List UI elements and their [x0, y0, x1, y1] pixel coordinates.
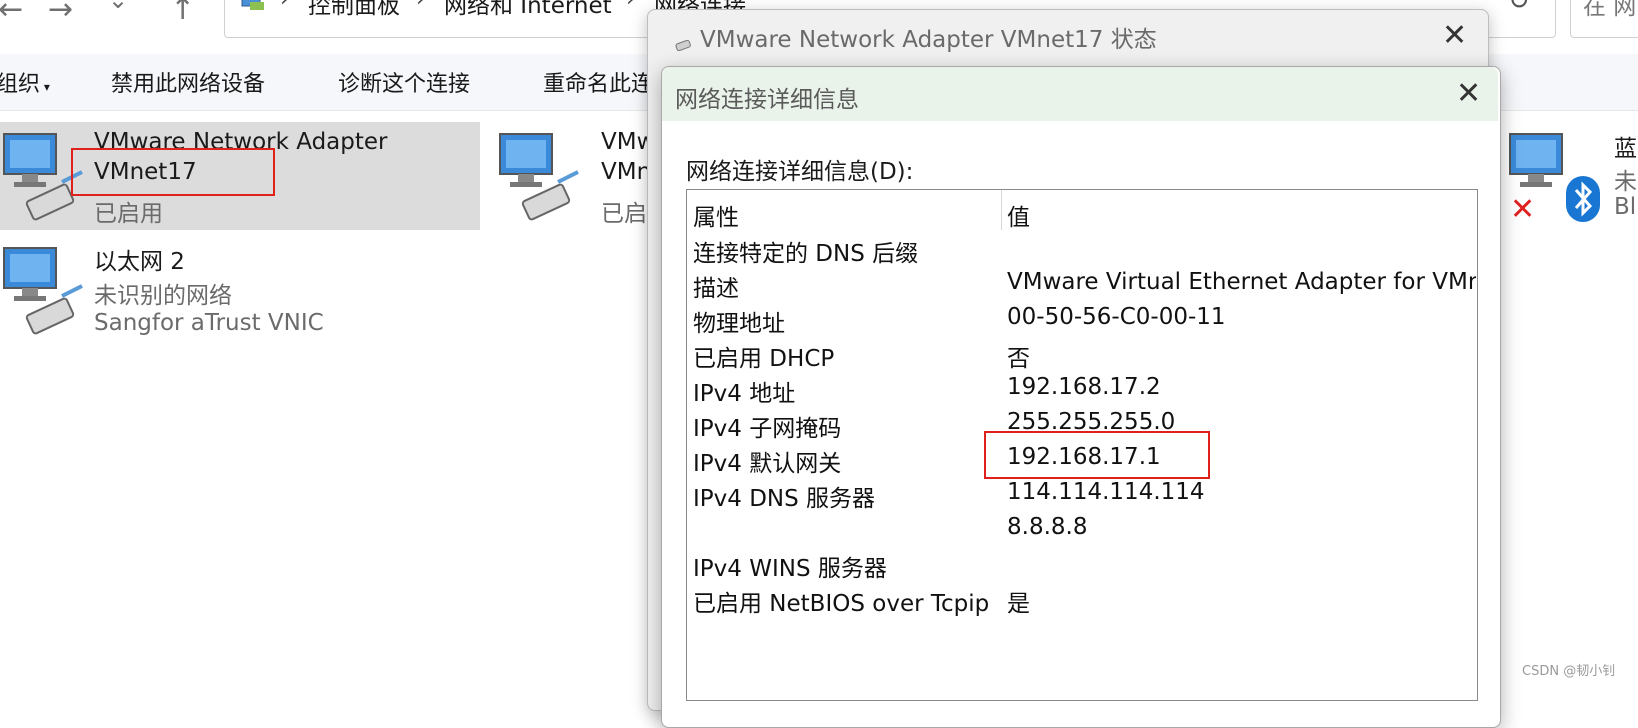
table-row-property: IPv4 地址 — [693, 381, 796, 407]
organize-menu[interactable]: 组织 ▾ — [0, 66, 50, 98]
column-divider[interactable] — [1001, 190, 1002, 230]
table-row-property: IPv4 DNS 服务器 — [693, 486, 876, 512]
up-arrow-icon[interactable]: ↑ — [170, 0, 195, 27]
recent-chevron-icon[interactable]: ⌄ — [108, 0, 128, 14]
column-header-value[interactable]: 值 — [1007, 198, 1030, 232]
table-row-value: 否 — [1007, 346, 1030, 372]
table-row-value: 192.168.17.2 — [1007, 374, 1161, 400]
table-row-property: 已启用 NetBIOS over Tcpip — [693, 591, 990, 617]
table-row-property: 描述 — [693, 276, 739, 302]
control-panel-icon — [240, 0, 266, 12]
refresh-icon[interactable]: ↻ — [1508, 0, 1530, 16]
adapter-device: Sangfor aTrust VNIC — [94, 310, 324, 336]
adapter-name[interactable]: 以太网 2 — [94, 242, 185, 276]
breadcrumb-network-internet[interactable]: 网络和 Internet — [444, 0, 612, 20]
highlight-box — [71, 148, 275, 196]
table-row-value: 是 — [1007, 591, 1030, 617]
disconnected-x-icon: ✕ — [1510, 192, 1536, 227]
network-adapter-icon — [0, 240, 84, 340]
status-dialog-title: VMware Network Adapter VMnet17 状态 — [700, 27, 1157, 53]
table-row-property: IPv4 WINS 服务器 — [693, 556, 887, 582]
bluetooth-icon — [1566, 176, 1600, 222]
table-row-property: 连接特定的 DNS 后缀 — [693, 241, 919, 267]
diagnose-connection-button[interactable]: 诊断这个连接 — [338, 66, 470, 98]
disable-device-button[interactable]: 禁用此网络设备 — [111, 66, 265, 98]
column-header-property[interactable]: 属性 — [693, 198, 739, 232]
dropdown-arrow-icon: ▾ — [40, 80, 50, 94]
forward-arrow-icon[interactable]: → — [48, 0, 73, 27]
breadcrumb-separator-icon: › — [280, 0, 289, 12]
adapter-status: 未识别的网络 — [94, 283, 232, 309]
organize-label: 组织 — [0, 72, 41, 97]
table-row-property: 已启用 DHCP — [693, 346, 835, 372]
adapter-name[interactable]: VMn — [601, 159, 651, 185]
highlight-box — [984, 431, 1210, 479]
table-row-value: 114.114.114.114 — [1007, 479, 1205, 505]
breadcrumb-control-panel[interactable]: 控制面板 — [308, 0, 400, 20]
close-icon[interactable]: ✕ — [1442, 18, 1467, 53]
table-row-property: IPv4 子网掩码 — [693, 416, 842, 442]
details-list-label: 网络连接详细信息(D): — [686, 159, 914, 185]
search-placeholder: 在 网 — [1583, 0, 1637, 20]
table-row-value: 8.8.8.8 — [1007, 514, 1088, 540]
close-icon[interactable]: ✕ — [1456, 76, 1481, 111]
watermark: CSDN @韧小钊 — [1522, 664, 1616, 679]
search-box[interactable]: 在 网 — [1570, 0, 1638, 38]
details-dialog-title: 网络连接详细信息 — [675, 87, 859, 113]
rename-connection-button[interactable]: 重命名此连 — [543, 66, 653, 98]
table-row-property: 物理地址 — [693, 311, 785, 337]
adapter-status: 已启 — [601, 201, 647, 227]
table-row-value: 00-50-56-C0-00-11 — [1007, 304, 1226, 330]
table-row-value: VMware Virtual Ethernet Adapter for VMne… — [1007, 269, 1476, 295]
adapter-status: 已启用 — [94, 201, 163, 227]
table-row-property: IPv4 默认网关 — [693, 451, 842, 477]
network-cable-icon — [675, 36, 693, 55]
network-adapter-icon — [496, 126, 580, 226]
adapter-status: 未 — [1614, 169, 1637, 195]
breadcrumb-separator-icon: › — [416, 0, 425, 12]
back-arrow-icon[interactable]: ← — [0, 0, 23, 27]
adapter-name[interactable]: 蓝 — [1614, 129, 1637, 163]
breadcrumb-separator-icon: › — [626, 0, 635, 12]
adapter-device: Bl — [1614, 194, 1637, 220]
